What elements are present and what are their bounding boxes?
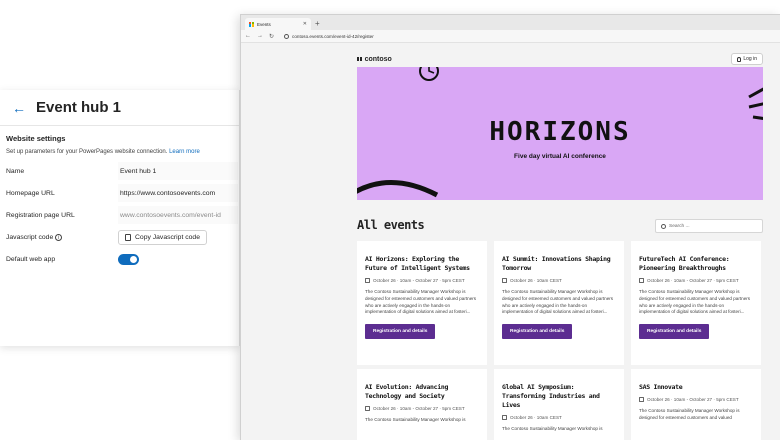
registration-button[interactable]: Registration and details — [502, 324, 573, 340]
url-field[interactable]: contoso.events.com/event-id-42/register — [284, 33, 374, 39]
event-card[interactable]: FutureTech AI Conference: Pioneering Bre… — [631, 241, 761, 365]
name-field[interactable]: Event hub 1 — [118, 162, 238, 180]
events-search-input[interactable]: Search ... — [655, 219, 763, 233]
tab-title: Events — [257, 21, 271, 27]
event-description: The Contoso Sustainability Manager Works… — [502, 289, 614, 315]
copy-javascript-button[interactable]: Copy Javascript code — [118, 229, 207, 245]
section-title: Website settings — [6, 134, 66, 143]
name-row: Name Event hub 1 — [6, 162, 238, 180]
event-card[interactable]: AI Summit: Innovations Shaping Tomorrow … — [494, 241, 624, 365]
info-icon[interactable]: i — [55, 233, 63, 241]
event-title[interactable]: AI Horizons: Exploring the Future of Int… — [365, 255, 479, 273]
clock-hands-decoration — [428, 67, 435, 74]
user-icon — [737, 56, 742, 62]
event-description: The Contoso Sustainability Manager Works… — [502, 426, 603, 431]
default-web-app-row: Default web app — [6, 250, 139, 268]
back-arrow-icon[interactable]: ← — [12, 101, 26, 115]
calendar-icon — [365, 278, 370, 283]
back-icon[interactable]: ← — [245, 33, 251, 39]
browser-window: Events ✕ + ← → ↻ contoso.events.com/even… — [240, 14, 780, 440]
web-page: contoso Log in HORIZONS Five day virtual… — [241, 43, 780, 440]
event-date: October 26 · 10am - October 27 · 5pm CES… — [639, 397, 753, 402]
lines-decoration — [748, 87, 763, 120]
event-date: October 26 · 10am - October 27 · 5pm CES… — [365, 278, 479, 283]
event-title[interactable]: AI Summit: Innovations Shaping Tomorrow — [502, 255, 616, 273]
event-date: October 26 · 10am CEST — [502, 278, 616, 283]
javascript-code-row: Javascript code i Copy Javascript code — [6, 228, 207, 246]
microsoft-logo-icon — [249, 21, 254, 27]
browser-tab-events[interactable]: Events ✕ — [245, 18, 311, 30]
calendar-icon — [639, 278, 644, 283]
settings-panel: ← Event hub 1 Website settings Set up pa… — [0, 90, 240, 346]
registration-button[interactable]: Registration and details — [365, 324, 436, 340]
event-title[interactable]: Global AI Symposium: Transforming Indust… — [502, 383, 616, 410]
default-web-app-toggle[interactable] — [118, 253, 139, 265]
calendar-icon — [502, 415, 507, 420]
name-label: Name — [6, 167, 25, 175]
event-title[interactable]: AI Evolution: Advancing Technology and S… — [365, 383, 479, 401]
registration-url-row: Registration page URL www.contosoevents.… — [6, 206, 238, 224]
curve-decoration — [357, 180, 439, 198]
default-web-app-label: Default web app — [6, 255, 56, 263]
close-tab-icon[interactable]: ✕ — [303, 21, 307, 27]
search-icon — [284, 33, 290, 39]
new-tab-icon[interactable]: + — [315, 18, 320, 30]
registration-url-label: Registration page URL — [6, 211, 75, 219]
event-card[interactable]: AI Horizons: Exploring the Future of Int… — [357, 241, 487, 365]
calendar-icon — [365, 406, 370, 411]
javascript-code-label: Javascript code i — [6, 233, 118, 241]
logo-mark-icon — [357, 56, 362, 62]
event-card[interactable]: AI Evolution: Advancing Technology and S… — [357, 369, 487, 440]
homepage-url-row: Homepage URL https://www.contosoevents.c… — [6, 184, 238, 202]
hero-title: HORIZONS — [489, 117, 631, 147]
event-description: The Contoso Sustainability Manager Works… — [365, 289, 477, 315]
homepage-url-field[interactable]: https://www.contosoevents.com — [118, 184, 238, 202]
section-description: Set up parameters for your PowerPages we… — [6, 149, 200, 155]
hero-banner: HORIZONS Five day virtual AI conference — [357, 67, 763, 200]
login-button[interactable]: Log in — [731, 53, 763, 65]
search-icon — [661, 223, 666, 229]
all-events-heading: All events — [357, 218, 425, 232]
homepage-url-label: Homepage URL — [6, 189, 55, 197]
settings-header: ← Event hub 1 — [0, 90, 239, 126]
event-date: October 26 · 10am CEST — [502, 415, 616, 420]
site-header: contoso Log in — [357, 53, 763, 65]
forward-icon[interactable]: → — [257, 33, 263, 39]
hero-subtitle: Five day virtual AI conference — [514, 153, 606, 160]
event-description: The Contoso Sustainability Manager Works… — [639, 289, 751, 315]
event-date: October 26 · 10am - October 27 · 5pm CES… — [365, 406, 479, 411]
event-card[interactable]: SAS Innovate October 26 · 10am - October… — [631, 369, 761, 440]
event-description: The Contoso Sustainability Manager Works… — [639, 408, 740, 420]
panel-title: Event hub 1 — [36, 99, 122, 116]
event-title[interactable]: FutureTech AI Conference: Pioneering Bre… — [639, 255, 753, 273]
calendar-icon — [639, 397, 644, 402]
registration-url-field[interactable]: www.contosoevents.com/event-id — [118, 206, 238, 224]
calendar-icon — [502, 278, 507, 283]
event-title[interactable]: SAS Innovate — [639, 383, 753, 392]
event-description: The Contoso Sustainability Manager Works… — [365, 417, 466, 422]
learn-more-link[interactable]: Learn more — [169, 149, 200, 155]
address-bar: ← → ↻ contoso.events.com/event-id-42/reg… — [241, 30, 780, 43]
event-date: October 26 · 10am - October 27 · 5pm CES… — [639, 278, 753, 283]
event-card[interactable]: Global AI Symposium: Transforming Indust… — [494, 369, 624, 440]
contoso-logo[interactable]: contoso — [357, 56, 392, 63]
copy-icon — [125, 233, 131, 241]
registration-button[interactable]: Registration and details — [639, 324, 710, 340]
tab-bar: Events ✕ + — [241, 15, 780, 30]
refresh-icon[interactable]: ↻ — [269, 33, 274, 40]
